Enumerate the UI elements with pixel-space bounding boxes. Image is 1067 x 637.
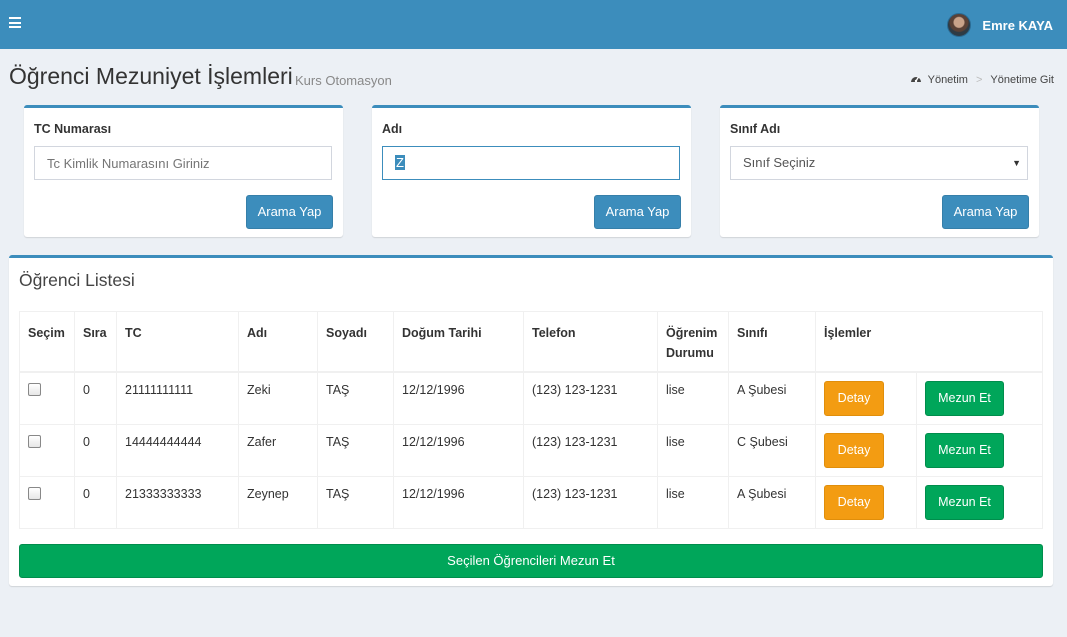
col-header-tc: TC: [116, 311, 239, 373]
row-select-cell: [19, 476, 75, 529]
row-telefon: (123) 123-1231: [523, 476, 658, 529]
top-navbar: Emre KAYA: [0, 0, 1067, 49]
col-header-telefon: Telefon: [523, 311, 658, 373]
class-select-value: Sınıf Seçiniz: [743, 155, 816, 170]
row-dogum: 12/12/1996: [393, 371, 524, 425]
page-title: Öğrenci Mezuniyet İşlemleri: [9, 63, 293, 89]
row-select-cell: [19, 424, 75, 477]
hamburger-icon[interactable]: [9, 17, 21, 28]
class-label: Sınıf Adı: [730, 122, 781, 136]
row-checkbox[interactable]: [28, 487, 41, 500]
name-label: Adı: [382, 122, 403, 136]
row-soyadi: TAŞ: [317, 424, 394, 477]
search-box-name: Adı Z Arama Yap: [372, 105, 691, 237]
list-title: Öğrenci Listesi: [19, 270, 135, 290]
tc-label: TC Numarası: [34, 122, 112, 136]
row-detay-cell: Detay: [815, 424, 917, 477]
tc-input[interactable]: [34, 146, 332, 180]
row-mezun-cell: Mezun Et: [916, 371, 1043, 425]
mezun-et-button[interactable]: Mezun Et: [925, 485, 1004, 520]
student-list-box: Öğrenci Listesi Seçim Sıra TC Adı Soyadı…: [9, 255, 1053, 586]
breadcrumb-item-yonetime-git[interactable]: Yönetime Git: [990, 74, 1054, 86]
row-sinif: C Şubesi: [728, 424, 816, 477]
page-subtitle: Kurs Otomasyon: [295, 73, 392, 88]
col-header-sira: Sıra: [74, 311, 117, 373]
row-sira: 0: [74, 371, 117, 425]
row-telefon: (123) 123-1231: [523, 371, 658, 425]
col-header-ogrenim-durumu: Öğrenim Durumu: [657, 311, 729, 373]
row-adi: Zeki: [238, 371, 318, 425]
table-row: 0 21333333333 Zeynep TAŞ 12/12/1996 (123…: [19, 476, 1043, 529]
breadcrumb-separator-icon: >: [975, 73, 983, 86]
dashboard-icon: [910, 73, 922, 86]
row-soyadi: TAŞ: [317, 371, 394, 425]
row-dogum: 12/12/1996: [393, 424, 524, 477]
row-mezun-cell: Mezun Et: [916, 424, 1043, 477]
user-name: Emre KAYA: [982, 17, 1053, 33]
row-soyadi: TAŞ: [317, 476, 394, 529]
row-adi: Zafer: [238, 424, 318, 477]
col-header-dogum-tarihi: Doğum Tarihi: [393, 311, 524, 373]
row-ogrenim: lise: [657, 424, 729, 477]
bulk-graduate-button[interactable]: Seçilen Öğrencileri Mezun Et: [19, 544, 1043, 578]
student-table: Seçim Sıra TC Adı Soyadı Doğum Tarihi Te…: [19, 311, 1043, 529]
row-sira: 0: [74, 476, 117, 529]
col-header-islemler: İşlemler: [815, 311, 1043, 373]
row-select-cell: [19, 371, 75, 425]
col-header-soyadi: Soyadı: [317, 311, 394, 373]
table-header-row: Seçim Sıra TC Adı Soyadı Doğum Tarihi Te…: [19, 311, 1043, 373]
row-sinif: A Şubesi: [728, 371, 816, 425]
row-tc: 21333333333: [116, 476, 239, 529]
row-checkbox[interactable]: [28, 435, 41, 448]
row-sinif: A Şubesi: [728, 476, 816, 529]
search-box-class: Sınıf Adı Sınıf Seçiniz ▼ Arama Yap: [720, 105, 1039, 237]
table-row: 0 14444444444 Zafer TAŞ 12/12/1996 (123)…: [19, 424, 1043, 477]
mezun-et-button[interactable]: Mezun Et: [925, 381, 1004, 416]
row-tc: 21111111111: [116, 371, 239, 425]
row-sira: 0: [74, 424, 117, 477]
class-select[interactable]: Sınıf Seçiniz ▼: [730, 146, 1028, 180]
row-dogum: 12/12/1996: [393, 476, 524, 529]
tc-search-button[interactable]: Arama Yap: [246, 195, 333, 229]
row-adi: Zeynep: [238, 476, 318, 529]
detay-button[interactable]: Detay: [824, 433, 884, 468]
user-menu[interactable]: Emre KAYA: [947, 12, 1053, 38]
row-detay-cell: Detay: [815, 371, 917, 425]
col-header-secim: Seçim: [19, 311, 75, 373]
table-row: 0 21111111111 Zeki TAŞ 12/12/1996 (123) …: [19, 371, 1043, 425]
class-search-button[interactable]: Arama Yap: [942, 195, 1029, 229]
col-header-sinifi: Sınıfı: [728, 311, 816, 373]
breadcrumb-item-yonetim[interactable]: Yönetim: [928, 74, 968, 86]
row-detay-cell: Detay: [815, 476, 917, 529]
row-tc: 14444444444: [116, 424, 239, 477]
name-input[interactable]: Z: [382, 146, 680, 180]
row-ogrenim: lise: [657, 476, 729, 529]
detay-button[interactable]: Detay: [824, 485, 884, 520]
row-mezun-cell: Mezun Et: [916, 476, 1043, 529]
detay-button[interactable]: Detay: [824, 381, 884, 416]
search-box-tc: TC Numarası Arama Yap: [24, 105, 343, 237]
name-input-value: Z: [395, 155, 405, 170]
breadcrumb: Yönetim > Yönetime Git: [910, 73, 1054, 86]
row-ogrenim: lise: [657, 371, 729, 425]
chevron-down-icon: ▼: [1012, 158, 1021, 168]
row-checkbox[interactable]: [28, 383, 41, 396]
avatar: [947, 13, 972, 37]
name-search-button[interactable]: Arama Yap: [594, 195, 681, 229]
row-telefon: (123) 123-1231: [523, 424, 658, 477]
mezun-et-button[interactable]: Mezun Et: [925, 433, 1004, 468]
col-header-adi: Adı: [238, 311, 318, 373]
